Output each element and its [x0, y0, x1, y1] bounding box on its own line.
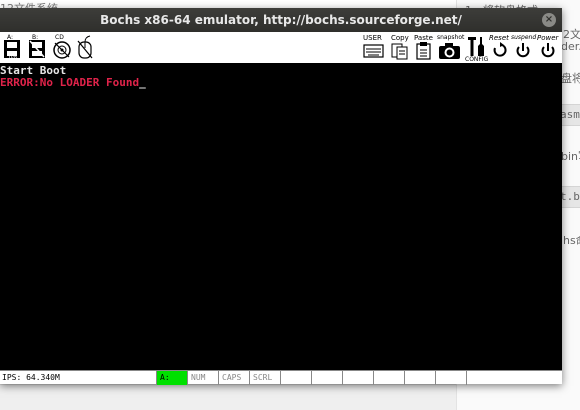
snapshot-button[interactable]: snapshot: [437, 34, 465, 62]
config-button[interactable]: CONFIG: [465, 34, 489, 63]
power-label: Power: [537, 34, 559, 42]
paste-label: Paste: [414, 34, 433, 42]
text-cursor: _: [139, 76, 146, 89]
power-button[interactable]: Power: [537, 34, 561, 62]
mouse-button[interactable]: [76, 34, 98, 62]
status-cell: [373, 371, 404, 385]
status-cell: [280, 371, 311, 385]
status-cell: [311, 371, 342, 385]
status-cell-floppy: A:: [156, 371, 187, 385]
user-button[interactable]: USER: [362, 34, 386, 62]
paste-button[interactable]: Paste: [413, 34, 435, 62]
cdrom-icon: CD: [53, 34, 71, 59]
status-cell: [404, 371, 435, 385]
snapshot-label: snapshot: [437, 34, 465, 41]
background-text: der.: [561, 40, 580, 53]
status-cell-caps: CAPS: [218, 371, 249, 385]
window-title: Bochs x86-64 emulator, http://bochs.sour…: [100, 13, 462, 27]
error-text: ERROR:No LOADER Found: [0, 76, 140, 89]
config-label: CONFIG: [465, 56, 489, 63]
status-cell-scrl: SCRL: [249, 371, 280, 385]
bochs-toolbar: A: 0/8 B: CD USER Copy Paste snapshot CO…: [0, 32, 562, 64]
status-cell: [466, 371, 562, 385]
status-cell: [435, 371, 466, 385]
background-text: hs命: [563, 234, 580, 247]
mouse-icon: [77, 35, 93, 59]
svg-text:A:: A:: [7, 34, 13, 41]
copy-label: Copy: [391, 34, 409, 42]
ips-readout: IPS: 64.340M: [2, 373, 60, 382]
background-text: bin写: [561, 150, 580, 163]
floppy-b-button[interactable]: B:: [28, 34, 50, 62]
status-cell: [342, 371, 373, 385]
suspend-label: suspend: [511, 34, 537, 41]
floppy-a-button[interactable]: A: 0/8: [3, 34, 25, 62]
reset-button[interactable]: Reset: [489, 34, 511, 62]
svg-text:B:: B:: [32, 34, 38, 41]
cdrom-button[interactable]: CD: [52, 34, 74, 62]
svg-text:CD: CD: [55, 34, 64, 41]
reset-label: Reset: [489, 34, 509, 42]
user-label: USER: [363, 34, 382, 42]
emulator-screen[interactable]: Start Boot ERROR:No LOADER Found_: [0, 64, 562, 370]
status-cell-num: NUM: [187, 371, 218, 385]
background-bottom-bar: [0, 384, 456, 410]
floppy-icon: B:: [29, 34, 45, 58]
close-button[interactable]: ×: [542, 13, 556, 27]
window-titlebar[interactable]: Bochs x86-64 emulator, http://bochs.sour…: [0, 8, 562, 32]
bochs-window: Bochs x86-64 emulator, http://bochs.sour…: [0, 8, 562, 385]
console-line-error: ERROR:No LOADER Found_: [0, 76, 146, 89]
status-bar: IPS: 64.340M A: NUM CAPS SCRL: [0, 370, 562, 385]
background-text: 盘将: [561, 72, 580, 85]
copy-button[interactable]: Copy: [389, 34, 411, 62]
suspend-button[interactable]: suspend: [511, 34, 537, 62]
